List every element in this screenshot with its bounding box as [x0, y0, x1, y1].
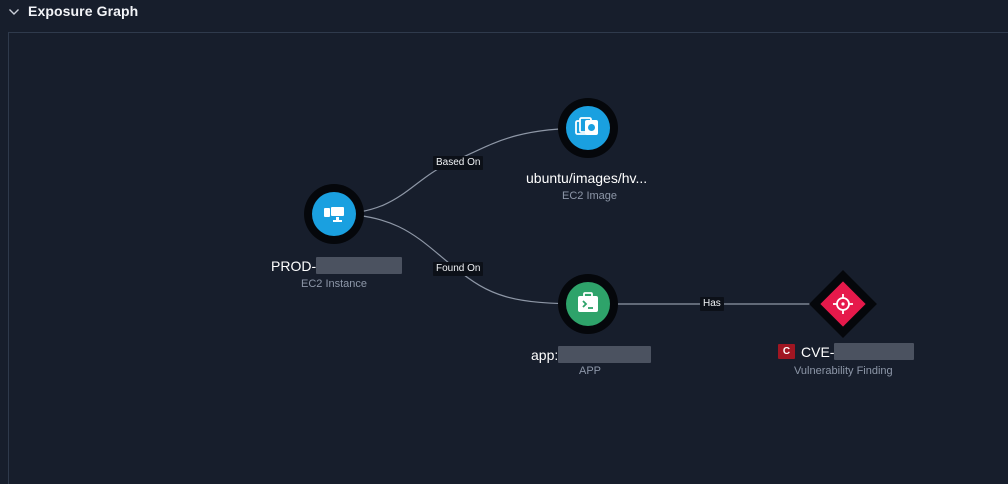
node-subtitle-app: APP	[579, 365, 602, 377]
redacted-text	[834, 343, 915, 360]
node-title-vulnerability[interactable]: C CVE-	[778, 343, 915, 360]
edge-label-based-on: Based On	[433, 156, 484, 170]
node-title-ec2-instance[interactable]: PROD-	[271, 257, 403, 274]
node-subtitle-ec2-image: EC2 Image	[562, 190, 618, 202]
redacted-text	[558, 346, 652, 363]
node-vulnerability[interactable]	[809, 270, 877, 338]
node-ec2-image[interactable]	[558, 98, 618, 158]
node-title-app[interactable]: app:	[531, 346, 652, 363]
app-name-prefix: app:	[531, 346, 559, 363]
node-subtitle-ec2-instance: EC2 Instance	[301, 278, 368, 290]
instance-name-prefix: PROD-	[271, 257, 317, 274]
node-ec2-instance[interactable]	[304, 184, 364, 244]
cve-prefix: CVE-	[801, 343, 835, 360]
edge-label-has: Has	[700, 297, 724, 311]
redacted-text	[316, 257, 403, 274]
node-subtitle-vulnerability: Vulnerability Finding	[794, 365, 893, 377]
node-app[interactable]	[558, 274, 618, 334]
exposure-graph	[304, 98, 877, 338]
edge-label-found-on: Found On	[433, 262, 484, 276]
node-title-ec2-image[interactable]: ubuntu/images/hv...	[526, 170, 647, 186]
severity-badge: C	[778, 344, 795, 359]
